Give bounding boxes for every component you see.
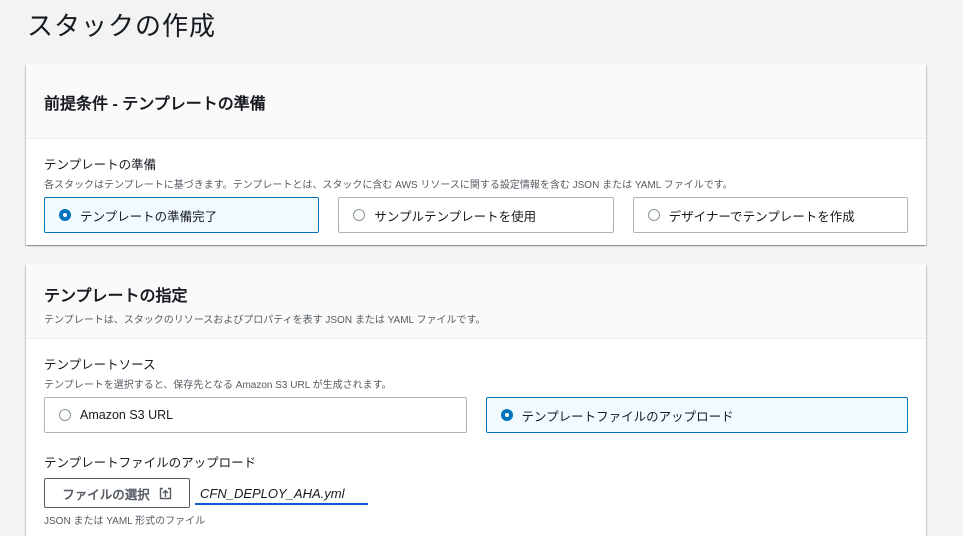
radio-icon[interactable]: [500, 409, 513, 421]
option-template-ready-label: テンプレートの準備完了: [80, 209, 218, 224]
template-source-description: テンプレートを選択すると、保存先となる Amazon S3 URL が生成されま…: [44, 380, 392, 391]
radio-icon[interactable]: [647, 209, 660, 221]
specify-template-panel-header: テンプレートの指定 テンプレートは、スタックのリソースおよびプロパティを表す J…: [26, 264, 926, 339]
option-amazon-s3-url[interactable]: Amazon S3 URL: [44, 397, 467, 433]
specify-template-panel-description: テンプレートは、スタックのリソースおよびプロパティを表す JSON または YA…: [44, 315, 486, 326]
radio-icon[interactable]: [59, 209, 71, 221]
prepare-template-label: テンプレートの準備: [44, 158, 157, 172]
upload-row: ファイルの選択 CFN_DEPLOY_AHA.yml: [44, 478, 908, 508]
upload-icon: [159, 487, 172, 500]
prerequisite-panel-body: テンプレートの準備 各スタックはテンプレートに基づきます。テンプレートとは、スタ…: [26, 139, 926, 233]
specify-template-panel: テンプレートの指定 テンプレートは、スタックのリソースおよびプロパティを表す J…: [26, 264, 926, 536]
option-use-sample-template[interactable]: サンプルテンプレートを使用: [338, 197, 614, 233]
choose-file-button-label: ファイルの選択: [62, 487, 150, 502]
option-amazon-s3-url-label: Amazon S3 URL: [80, 408, 174, 422]
prerequisite-panel: 前提条件 - テンプレートの準備 テンプレートの準備 各スタックはテンプレートに…: [26, 64, 926, 245]
prerequisite-panel-header: 前提条件 - テンプレートの準備: [26, 64, 926, 139]
prerequisite-panel-title: 前提条件 - テンプレートの準備: [44, 96, 266, 113]
option-template-ready[interactable]: テンプレートの準備完了: [44, 197, 320, 233]
prepare-template-description: 各スタックはテンプレートに基づきます。テンプレートとは、スタックに含む AWS …: [44, 180, 733, 191]
option-create-in-designer-label: デザイナーでテンプレートを作成: [668, 209, 855, 224]
option-upload-template-file[interactable]: テンプレートファイルのアップロード: [485, 397, 908, 433]
specify-template-panel-body: テンプレートソース テンプレートを選択すると、保存先となる Amazon S3 …: [26, 339, 926, 527]
choose-file-button[interactable]: ファイルの選択: [44, 478, 190, 508]
template-source-label: テンプレートソース: [44, 358, 156, 372]
radio-icon[interactable]: [353, 209, 366, 221]
specify-template-panel-title: テンプレートの指定: [44, 288, 188, 305]
file-format-constraint: JSON または YAML 形式のファイル: [44, 516, 206, 527]
option-create-in-designer[interactable]: デザイナーでテンプレートを作成: [632, 197, 908, 233]
upload-template-file-label: テンプレートファイルのアップロード: [44, 456, 257, 470]
option-upload-template-file-label: テンプレートファイルのアップロード: [521, 409, 734, 424]
option-use-sample-template-label: サンプルテンプレートを使用: [374, 209, 537, 224]
radio-icon[interactable]: [59, 409, 71, 421]
page-title: スタックの作成: [27, 11, 217, 41]
prepare-template-options: テンプレートの準備完了 サンプルテンプレートを使用 デザイナーでテンプレートを作…: [44, 197, 908, 233]
selected-file-name: CFN_DEPLOY_AHA.yml: [195, 486, 368, 505]
template-source-options: Amazon S3 URL テンプレートファイルのアップロード: [44, 397, 908, 433]
